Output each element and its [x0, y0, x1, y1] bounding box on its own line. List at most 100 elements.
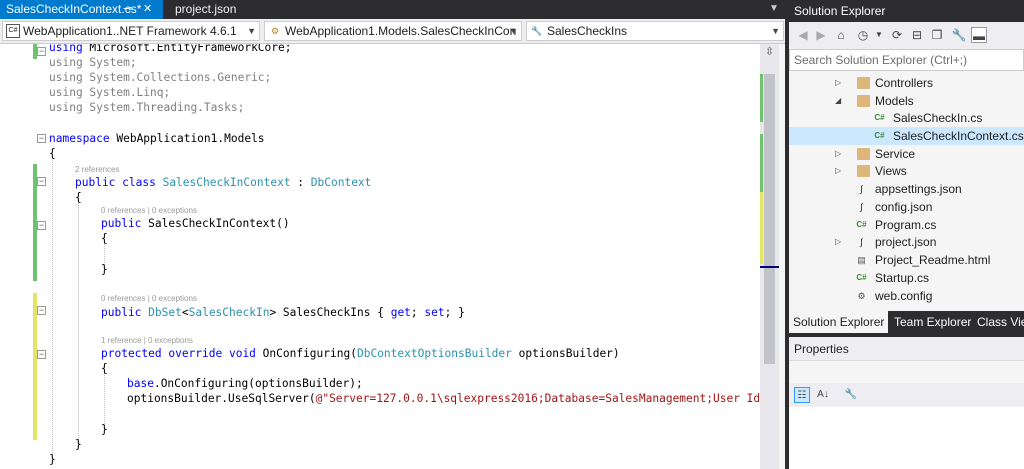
properties-icon[interactable]: 🔧 [951, 27, 967, 43]
scroll-change-marker [760, 74, 763, 122]
code-line: using System; [49, 56, 137, 69]
indent-guide [78, 199, 79, 444]
property-wrench-icon: 🔧 [531, 26, 543, 36]
tree-item-project-readme[interactable]: ▤ Project_Readme.html [789, 251, 1024, 269]
navigation-bar: C# WebApplication1..NET Framework 4.6.1 … [0, 19, 785, 44]
show-all-files-icon[interactable]: ❐ [929, 27, 945, 43]
code-line: namespace WebApplication1.Models [49, 132, 265, 145]
code-line: } [75, 438, 82, 451]
csharp-file-icon: C# [874, 131, 885, 140]
forward-icon[interactable]: ▶ [813, 27, 829, 43]
code-editor[interactable]: SalesCheckInContext.cs* ⊸ ✕ project.json… [0, 0, 785, 469]
codelens-references[interactable]: 0 references | 0 exceptions [101, 293, 197, 305]
chevron-down-icon[interactable]: ▼ [871, 27, 887, 43]
tree-item-project-json[interactable]: ▷ ∫ project.json [789, 233, 1024, 251]
csharp-file-icon: C# [874, 113, 885, 122]
tree-item-config-json[interactable]: ∫ config.json [789, 198, 1024, 216]
code-line: protected override void OnConfiguring(Db… [101, 347, 620, 360]
back-icon[interactable]: ◀ [795, 27, 811, 43]
tree-item-views[interactable]: ▷ Views [789, 162, 1024, 180]
pending-changes-icon[interactable]: ◷ [855, 27, 871, 43]
tab-project-json[interactable]: project.json [169, 0, 242, 19]
member-combo[interactable]: 🔧 SalesCheckIns ▼ [526, 21, 784, 41]
home-icon[interactable]: ⌂ [833, 27, 849, 43]
vertical-scrollbar[interactable]: ⇳ [760, 44, 779, 469]
tree-item-appsettings[interactable]: ∫ appsettings.json [789, 180, 1024, 198]
split-editor-icon[interactable]: ⇳ [762, 46, 777, 58]
type-combo[interactable]: ⚙ WebApplication1.Models.SalesCheckInCon… [264, 21, 522, 41]
tab-label: project.json [175, 2, 237, 16]
scrollbar-thumb[interactable] [764, 74, 775, 364]
document-tab-strip: SalesCheckInContext.cs* ⊸ ✕ project.json… [0, 0, 785, 19]
sync-icon[interactable]: ⟳ [889, 27, 905, 43]
folder-icon [857, 95, 870, 107]
tree-item-service[interactable]: ▷ Service [789, 145, 1024, 163]
project-combo[interactable]: C# WebApplication1..NET Framework 4.6.1 … [2, 21, 260, 41]
code-line: using System.Linq; [49, 86, 171, 99]
indent-guide [104, 370, 105, 430]
tab-dropdown-icon[interactable]: ▼ [769, 3, 779, 14]
code-text-area[interactable]: using Microsoft.EntityFrameworkCore; usi… [49, 44, 760, 469]
tree-item-startup[interactable]: C# Startup.cs [789, 269, 1024, 287]
json-file-icon: ∫ [860, 237, 863, 247]
code-line: using Microsoft.EntityFrameworkCore; [49, 44, 292, 54]
expand-icon[interactable]: ▷ [835, 145, 841, 163]
class-icon: ⚙ [270, 26, 280, 36]
expand-icon[interactable]: ▷ [835, 233, 841, 251]
scroll-change-marker [760, 192, 763, 264]
code-line: optionsBuilder.UseSqlServer(@"Server=127… [127, 392, 760, 405]
properties-toolbar: ☷ A↓ 🔧 [789, 383, 1024, 407]
tab-label: SalesCheckInContext.cs* [6, 2, 142, 16]
tab-solution-explorer[interactable]: Solution Explorer [789, 311, 889, 333]
tree-item-models[interactable]: ◢ Models [789, 92, 1024, 110]
tool-window-tabs: Solution Explorer Team Explorer Class Vi… [789, 311, 1024, 333]
expand-icon[interactable]: ▷ [835, 162, 841, 180]
preview-selected-icon[interactable]: ▬ [971, 27, 987, 43]
csharp-project-icon: C# [6, 24, 20, 38]
categorized-icon[interactable]: ☷ [794, 387, 810, 403]
collapse-icon[interactable]: − [37, 306, 46, 315]
collapse-icon[interactable]: − [37, 221, 46, 230]
properties-object-selector[interactable] [789, 361, 1024, 383]
solution-explorer-panel: Solution Explorer ◀ ▶ ⌂ ◷ ▼ ⟳ ⊟ ❐ 🔧 ▬ Se… [789, 0, 1024, 333]
collapse-icon[interactable]: − [37, 177, 46, 186]
tree-item-salescheckincontext[interactable]: C# SalesCheckInContext.cs [789, 127, 1024, 145]
property-pages-icon[interactable]: 🔧 [843, 387, 859, 403]
collapse-icon[interactable]: − [37, 350, 46, 359]
caret-position-marker [760, 266, 779, 268]
folder-icon [857, 148, 870, 160]
properties-grid[interactable] [789, 407, 1024, 469]
indent-guide [52, 155, 53, 455]
search-input[interactable]: Search Solution Explorer (Ctrl+;) [789, 49, 1024, 71]
code-line: { [49, 147, 56, 160]
collapse-icon[interactable]: − [37, 47, 46, 56]
chevron-down-icon: ▼ [771, 26, 780, 36]
tree-item-program[interactable]: C# Program.cs [789, 216, 1024, 234]
collapse-icon[interactable]: − [37, 134, 46, 143]
code-line: } [101, 423, 108, 436]
code-line: public DbSet<SalesCheckIn> SalesCheckIns… [101, 306, 465, 319]
change-marker-unsaved [33, 293, 37, 440]
panel-title: Properties [789, 337, 1024, 361]
tab-class-view[interactable]: Class View [973, 311, 1024, 333]
code-line: } [49, 453, 56, 466]
expand-icon[interactable]: ▷ [835, 74, 841, 92]
tree-item-controllers[interactable]: ▷ Controllers [789, 74, 1024, 92]
folder-icon [857, 77, 870, 89]
tab-salescheckincontext[interactable]: SalesCheckInContext.cs* ⊸ ✕ [0, 0, 163, 19]
code-line: using System.Collections.Generic; [49, 71, 272, 84]
solution-tree[interactable]: ▷ Controllers ◢ Models C# SalesCheckIn.cs C… [789, 71, 1024, 311]
pin-icon[interactable]: ⊸ [123, 0, 132, 19]
tree-item-web-config[interactable]: ⚙ web.config [789, 287, 1024, 305]
collapse-all-icon[interactable]: ⊟ [909, 27, 925, 43]
code-line: { [75, 191, 82, 204]
tree-item-salescheckin[interactable]: C# SalesCheckIn.cs [789, 109, 1024, 127]
alphabetical-icon[interactable]: A↓ [815, 387, 831, 403]
panel-title: Solution Explorer [789, 0, 1024, 22]
folder-icon [857, 165, 870, 177]
collapse-icon[interactable]: ◢ [835, 92, 841, 110]
editor-gutter: − − − − − − [0, 44, 48, 469]
html-file-icon: ▤ [857, 255, 866, 265]
tab-team-explorer[interactable]: Team Explorer [890, 311, 975, 333]
close-icon[interactable]: ✕ [143, 0, 152, 19]
